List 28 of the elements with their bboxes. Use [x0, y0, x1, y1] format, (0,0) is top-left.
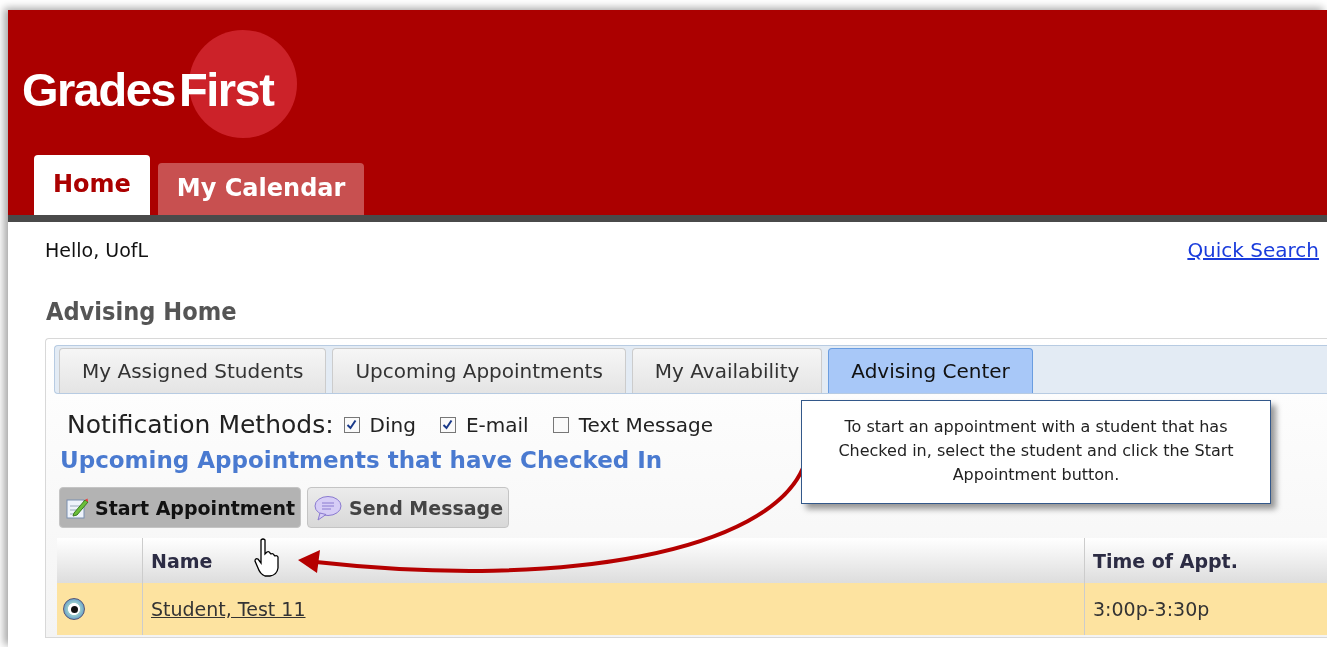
checkbox[interactable] — [343, 416, 360, 433]
checkbox-label: Text Message — [578, 412, 714, 437]
main-tab[interactable]: My Calendar — [157, 163, 365, 215]
table-cell: 3:00p-3:30p — [1084, 583, 1327, 635]
tab[interactable]: Upcoming Appointments — [332, 348, 626, 393]
column-header[interactable]: Time of Appt. — [1084, 538, 1327, 583]
tab[interactable]: Advising Center — [828, 348, 1033, 393]
page-title: Advising Home — [46, 298, 238, 326]
notification-label: Notification Methods: — [67, 410, 334, 439]
student-link[interactable]: Student, Test 11 — [151, 598, 306, 620]
quick-search-link[interactable]: Quick Search — [1187, 238, 1319, 262]
callout-box: To start an appointment with a student that has Checked in, select the student and click the Start Appointment button. — [801, 400, 1271, 504]
logo-text: First — [179, 62, 274, 117]
tab[interactable]: My Assigned Students — [59, 348, 327, 393]
column-header[interactable]: Name — [142, 538, 1084, 583]
tab[interactable]: My Availability — [631, 348, 823, 393]
checkbox[interactable] — [552, 416, 569, 433]
section-title: Upcoming Appointments that have Checked In — [60, 447, 663, 473]
main-tab[interactable]: Home — [34, 155, 150, 215]
greeting-text: Hello, UofL — [45, 239, 149, 261]
checkbox-label: Ding — [369, 412, 416, 437]
speech-bubble-icon — [313, 494, 344, 521]
checkbox-label: E-mail — [465, 412, 529, 437]
checkbox[interactable] — [439, 416, 456, 433]
toolbar-button[interactable]: Start Appointment — [59, 487, 302, 528]
radio-button[interactable] — [63, 598, 85, 620]
logo-text: Grades — [22, 62, 175, 117]
toolbar-button[interactable]: Send Message — [307, 487, 510, 528]
